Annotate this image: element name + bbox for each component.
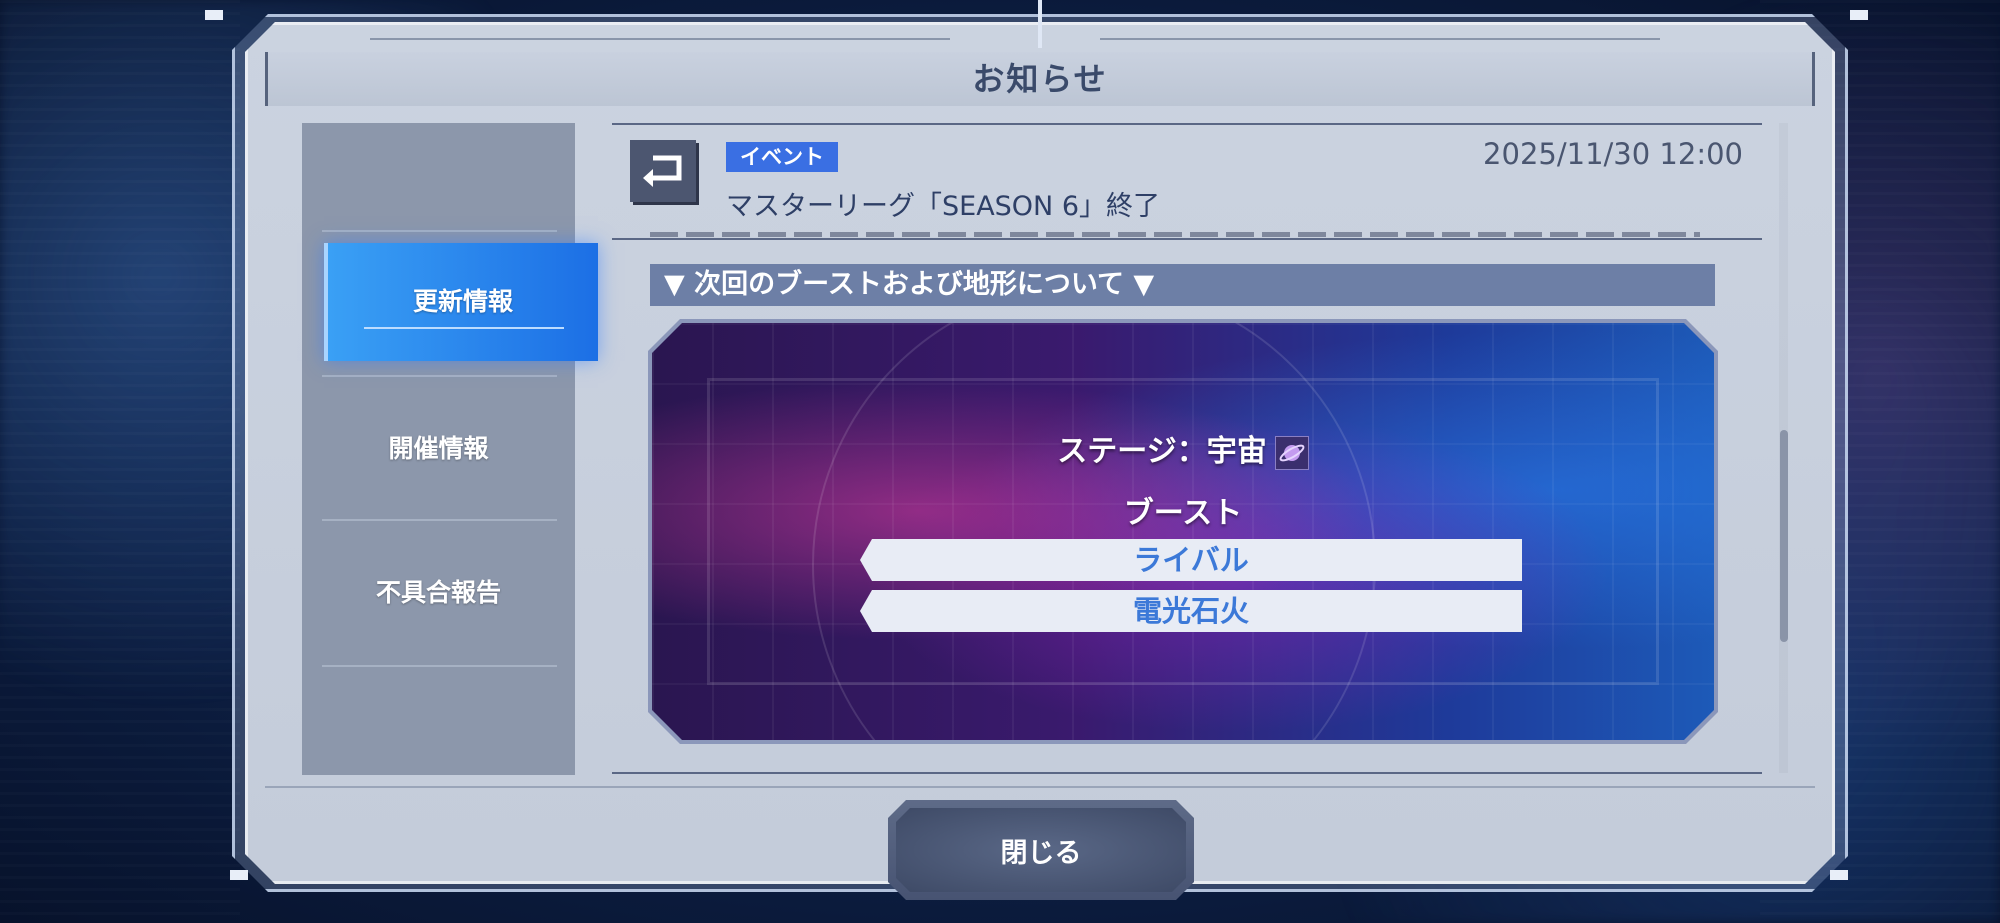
scrollbar-thumb[interactable] [1780, 430, 1788, 642]
dialog-title: お知らせ [972, 60, 1108, 98]
section-header: ▼ 次回のブーストおよび地形について ▼ [650, 264, 1715, 306]
sidebar-item-label: 更新情報 [412, 287, 513, 316]
sidebar-item-update-info[interactable]: 更新情報 [324, 243, 598, 361]
sidebar-divider [322, 375, 557, 377]
content-bottom-divider [612, 772, 1762, 774]
top-divider-right [1100, 38, 1660, 40]
boost-heading: ブースト [1123, 496, 1243, 531]
sidebar-divider [322, 665, 557, 667]
sidebar-item-bug-report[interactable]: 不具合報告 [302, 543, 575, 643]
category-sidebar: 更新情報 開催情報 不具合報告 [302, 123, 598, 775]
corner-mark [1830, 870, 1848, 880]
corner-mark [1850, 10, 1868, 20]
stage-label: ステージ：宇宙 [1057, 434, 1267, 469]
top-center-tick [1038, 0, 1042, 48]
return-arrow-icon [643, 155, 682, 187]
back-button[interactable] [630, 140, 696, 202]
corner-mark [230, 870, 248, 880]
news-title: マスターリーグ「SEASON 6」終了 [726, 191, 1161, 222]
active-underline [364, 327, 564, 329]
category-badge: イベント [726, 142, 838, 172]
footer-divider [265, 786, 1815, 788]
top-divider-left [370, 38, 950, 40]
close-button-face: 閉じる [896, 808, 1186, 892]
close-button-label: 閉じる [1000, 837, 1082, 869]
corner-mark [205, 10, 223, 20]
close-button[interactable]: 閉じる [888, 800, 1194, 900]
stage-label-row: ステージ：宇宙 [652, 426, 1714, 470]
news-datetime: 2025/11/30 12:00 [1483, 137, 1743, 171]
sidebar-item-event-info[interactable]: 開催情報 [302, 399, 575, 499]
boost-item: ライバル [860, 539, 1522, 581]
planet-icon [1274, 435, 1309, 470]
boost-item: 電光石火 [860, 590, 1522, 632]
title-bar: お知らせ [265, 52, 1815, 106]
content-top-divider [612, 123, 1762, 125]
stage-boost-banner: ステージ：宇宙 ブースト ライバル 電光石火 [652, 323, 1714, 740]
sidebar-divider [322, 519, 557, 521]
background-left-menu [0, 0, 240, 923]
sidebar-item-label: 開催情報 [388, 434, 489, 463]
sidebar-item-label: 不具合報告 [375, 578, 501, 607]
clipped-body-text [650, 230, 1700, 242]
sidebar-divider [322, 230, 557, 232]
